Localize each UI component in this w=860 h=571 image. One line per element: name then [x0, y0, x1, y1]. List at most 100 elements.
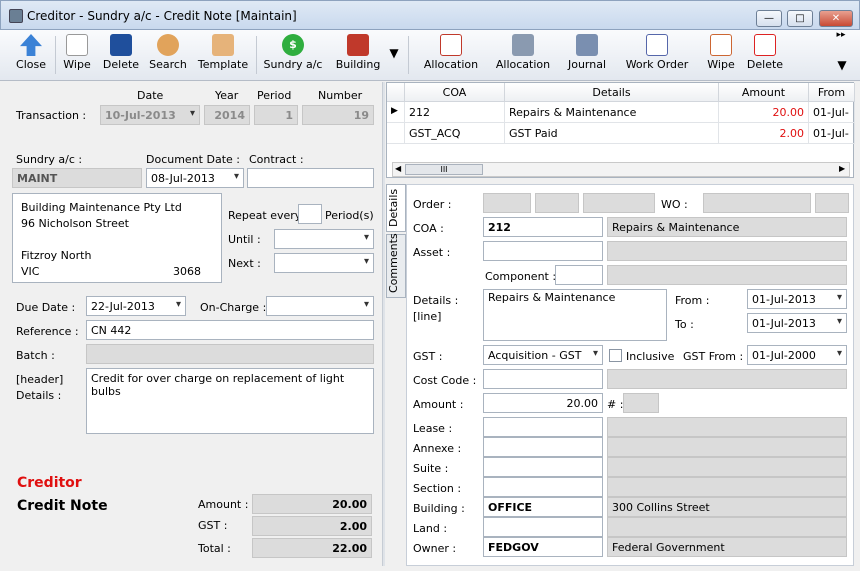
- column-header-amount[interactable]: Amount: [719, 83, 809, 102]
- land-field[interactable]: [483, 517, 603, 537]
- maximize-button[interactable]: □: [787, 10, 813, 27]
- number-field: 19: [302, 105, 374, 125]
- wo-label: WO :: [661, 198, 688, 211]
- cost-code-field[interactable]: [483, 369, 603, 389]
- grid-icon: [710, 34, 732, 56]
- sundry-field[interactable]: MAINT: [12, 168, 142, 188]
- component-field[interactable]: [555, 265, 603, 285]
- order-field-3: [583, 193, 655, 213]
- annexe-field[interactable]: [483, 437, 603, 457]
- dollar-icon: $: [282, 34, 304, 56]
- wipe-line-button[interactable]: Wipe: [702, 32, 740, 79]
- scroll-left-icon[interactable]: ◀: [395, 164, 401, 173]
- address-box: Building Maintenance Pty Ltd 96 Nicholso…: [12, 193, 222, 283]
- transaction-date-select[interactable]: 10-Jul-2013: [100, 105, 200, 125]
- building-button[interactable]: Building: [334, 32, 382, 79]
- repeat-every-label: Repeat every: [228, 209, 302, 222]
- address-line2: 96 Nicholson Street: [21, 217, 129, 230]
- until-select[interactable]: [274, 229, 374, 249]
- gst-from-select[interactable]: 01-Jul-2000: [747, 345, 847, 365]
- coa-name-field: Repairs & Maintenance: [607, 217, 847, 237]
- contract-field[interactable]: [247, 168, 374, 188]
- on-charge-select[interactable]: [266, 296, 374, 316]
- to-date-select[interactable]: 01-Jul-2013: [747, 313, 847, 333]
- scroll-thumb[interactable]: III: [405, 164, 483, 175]
- address-line1: Building Maintenance Pty Ltd: [21, 201, 182, 214]
- minimize-button[interactable]: —: [756, 10, 782, 27]
- allocation-button-2[interactable]: Allocation: [492, 32, 554, 79]
- template-button[interactable]: Template: [196, 32, 250, 79]
- table-cell-from[interactable]: 01-Jul-: [809, 102, 855, 123]
- until-label: Until :: [228, 233, 261, 246]
- allocation-button-1[interactable]: Allocation: [420, 32, 482, 79]
- column-header-details[interactable]: Details: [505, 83, 719, 102]
- table-cell-details[interactable]: GST Paid: [505, 123, 719, 144]
- reference-label: Reference :: [16, 325, 79, 338]
- table-cell-coa[interactable]: GST_ACQ: [405, 123, 505, 144]
- from-date-select[interactable]: 01-Jul-2013: [747, 289, 847, 309]
- owner-field[interactable]: FEDGOV: [483, 537, 603, 557]
- search-button[interactable]: Search: [146, 32, 190, 79]
- table-cell-amount[interactable]: 20.00: [719, 102, 809, 123]
- next-select[interactable]: [274, 253, 374, 273]
- period-field: 1: [254, 105, 298, 125]
- section-field[interactable]: [483, 477, 603, 497]
- due-date-select[interactable]: 22-Jul-2013: [86, 296, 186, 316]
- document-subtype-label: Credit Note: [17, 498, 108, 514]
- repeat-period-field[interactable]: [298, 204, 322, 224]
- owner-label: Owner :: [413, 542, 457, 555]
- splitter[interactable]: [382, 82, 385, 566]
- gst-type-select[interactable]: Acquisition - GST: [483, 345, 603, 365]
- header-details-label-2: Details :: [16, 389, 62, 402]
- close-button[interactable]: Close: [12, 32, 50, 79]
- delete-line-button[interactable]: Delete: [744, 32, 786, 79]
- coa-field[interactable]: 212: [483, 217, 603, 237]
- header-panel: Date Year Period Number Transaction : 10…: [6, 82, 381, 566]
- line-amount-label: Amount :: [413, 398, 464, 411]
- building-name-field: 300 Collins Street: [607, 497, 847, 517]
- tab-comments[interactable]: Comments: [386, 233, 406, 298]
- clipboard-icon: [212, 34, 234, 56]
- close-window-button[interactable]: ✕: [819, 10, 853, 27]
- person-search-icon: [157, 34, 179, 56]
- due-date-label: Due Date :: [16, 301, 76, 314]
- land-label: Land :: [413, 522, 448, 535]
- table-cell-details[interactable]: Repairs & Maintenance: [505, 102, 719, 123]
- line-details-label-2: [line]: [413, 310, 442, 323]
- tab-details[interactable]: Details: [386, 184, 406, 232]
- line-amount-field[interactable]: 20.00: [483, 393, 603, 413]
- column-header-from[interactable]: From: [809, 83, 855, 102]
- wipe-button[interactable]: Wipe: [58, 32, 96, 79]
- gst-from-label: GST From :: [683, 350, 744, 363]
- more-dropdown-icon[interactable]: ▼: [385, 32, 403, 79]
- suite-field[interactable]: [483, 457, 603, 477]
- asset-field[interactable]: [483, 241, 603, 261]
- vertical-tabs: Details Comments: [386, 184, 406, 564]
- inclusive-label: Inclusive: [626, 350, 675, 363]
- row-header-2: [387, 123, 405, 144]
- header-details-field[interactable]: Credit for over charge on replacement of…: [86, 368, 374, 434]
- cost-code-name-field: [607, 369, 847, 389]
- current-row-indicator-icon: ▶: [387, 102, 405, 123]
- sundry-button[interactable]: $ Sundry a/c: [262, 32, 324, 79]
- scroll-right-icon[interactable]: ▶: [839, 164, 845, 173]
- work-order-button[interactable]: Work Order: [622, 32, 692, 79]
- document-date-select[interactable]: 08-Jul-2013: [146, 168, 244, 188]
- on-charge-label: On-Charge :: [200, 301, 267, 314]
- header-details-label-1: [header]: [16, 373, 64, 386]
- horizontal-scrollbar[interactable]: ◀ III ▶: [392, 162, 850, 177]
- inclusive-checkbox[interactable]: [609, 349, 622, 362]
- delete-button[interactable]: Delete: [100, 32, 142, 79]
- date-label: Date: [137, 89, 164, 102]
- column-header-coa[interactable]: COA: [405, 83, 505, 102]
- table-cell-from[interactable]: 01-Jul-: [809, 123, 855, 144]
- table-cell-coa[interactable]: 212: [405, 102, 505, 123]
- reference-field[interactable]: CN 442: [86, 320, 374, 340]
- line-details-field[interactable]: Repairs & Maintenance: [483, 289, 667, 341]
- table-cell-amount[interactable]: 2.00: [719, 123, 809, 144]
- building-field[interactable]: OFFICE: [483, 497, 603, 517]
- order-label: Order :: [413, 198, 452, 211]
- disk-delete-icon: [110, 34, 132, 56]
- lease-field[interactable]: [483, 417, 603, 437]
- journal-button[interactable]: Journal: [562, 32, 612, 79]
